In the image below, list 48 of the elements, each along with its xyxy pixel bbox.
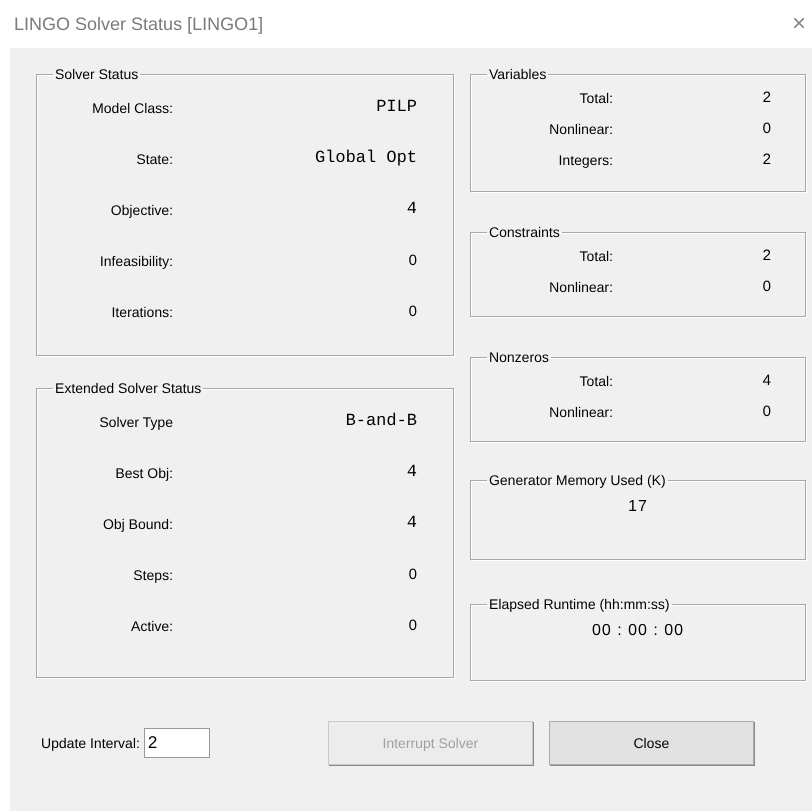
field-label: Steps: [132, 566, 173, 582]
field-value: B-and-B [344, 412, 418, 431]
field-value: 0 [762, 403, 772, 420]
field-value: 4 [406, 514, 418, 533]
field-value: Global Opt [314, 149, 418, 168]
field-value: 2 [762, 89, 772, 106]
field-value: PILP [375, 98, 418, 117]
field-value: 0 [762, 120, 772, 137]
field-label: Integers: [558, 152, 613, 168]
field-value: 00 : 00 : 00 [592, 622, 684, 640]
window-title: LINGO Solver Status [LINGO1] [14, 14, 264, 34]
group-title: Generator Memory Used (K) [488, 472, 667, 488]
field-label: Iterations: [110, 304, 173, 320]
field-label: Nonlinear: [548, 404, 613, 420]
group-title: Nonzeros [488, 349, 550, 365]
field-value: 4 [406, 463, 418, 482]
group-title: Solver Status [54, 66, 140, 82]
field-label: Active: [130, 618, 173, 634]
field-label: Obj Bound: [102, 516, 173, 532]
field-value: 0 [408, 566, 418, 583]
close-icon[interactable]: × [792, 12, 806, 36]
field-label: Nonlinear: [548, 278, 613, 294]
field-value: 2 [762, 151, 772, 168]
field-label: Update Interval: [41, 735, 140, 751]
input-field[interactable]: 2 [144, 728, 210, 758]
field-value: 2 [762, 247, 772, 264]
group-title: Constraints [488, 224, 561, 240]
field-value: 4 [762, 372, 772, 389]
group-title: Elapsed Runtime (hh:mm:ss) [488, 596, 671, 612]
field-value: 0 [762, 278, 772, 295]
close-button[interactable]: Close [548, 721, 754, 765]
field-label: Total: [578, 90, 613, 106]
field-label: Infeasibility: [98, 252, 173, 268]
field-label: Nonlinear: [548, 120, 613, 136]
field-label: Solver Type [98, 414, 173, 430]
field-label: Total: [578, 248, 613, 264]
field-label: Best Obj: [114, 464, 173, 480]
group-title: Extended Solver Status [54, 380, 202, 396]
group-title: Variables [488, 66, 548, 82]
field-value: 0 [408, 617, 418, 634]
field-label: State: [135, 150, 173, 166]
field-label: Objective: [110, 202, 173, 218]
field-label: Total: [578, 372, 613, 388]
field-value: 0 [408, 252, 418, 269]
field-value: 17 [628, 498, 648, 516]
field-value: 0 [408, 303, 418, 320]
field-label: Model Class: [91, 100, 173, 116]
field-value: 4 [406, 200, 418, 219]
